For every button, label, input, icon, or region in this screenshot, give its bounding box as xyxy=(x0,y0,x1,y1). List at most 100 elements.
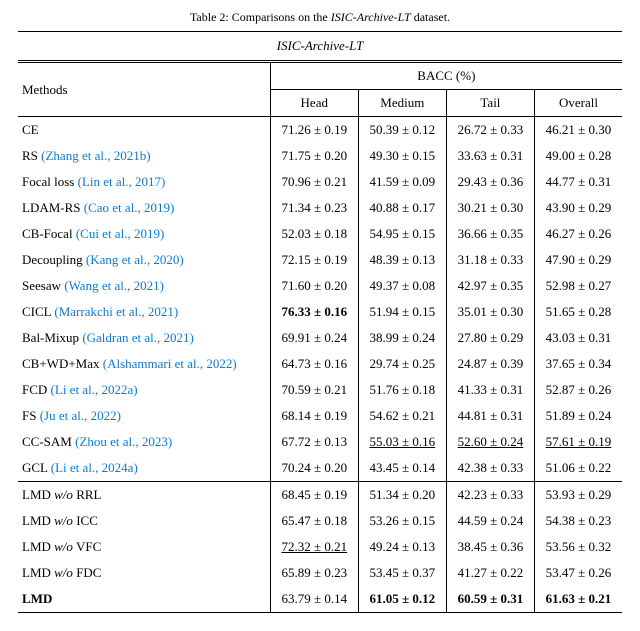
table-row: FCD (Li et al., 2022a)70.59 ± 0.2151.76 … xyxy=(18,377,622,403)
cell-value: 43.03 ± 0.31 xyxy=(546,330,612,345)
final-tail: 60.59 ± 0.31 xyxy=(458,591,524,606)
table-row: LMD w/o ICC65.47 ± 0.1853.26 ± 0.1544.59… xyxy=(18,508,622,534)
table-row: CC-SAM (Zhou et al., 2023)67.72 ± 0.1355… xyxy=(18,429,622,455)
cell-value: 42.23 ± 0.33 xyxy=(458,487,524,502)
dataset-title: ISIC-Archive-LT xyxy=(18,32,622,62)
cell-value: 47.90 ± 0.29 xyxy=(546,252,612,267)
ablation-tag: VFC xyxy=(73,539,101,554)
cell-value: 44.81 ± 0.31 xyxy=(458,408,524,423)
wo-label: w/o xyxy=(54,487,73,502)
ablation-tag: FDC xyxy=(73,565,102,580)
dataset-title-text: ISIC-Archive-LT xyxy=(277,38,364,53)
citation-link[interactable]: (Lin et al., 2017) xyxy=(78,174,166,189)
cell-value: 53.45 ± 0.37 xyxy=(370,565,436,580)
cell-value: 26.72 ± 0.33 xyxy=(458,122,524,137)
citation-link[interactable]: (Cao et al., 2019) xyxy=(84,200,175,215)
cell-value: 31.18 ± 0.33 xyxy=(458,252,524,267)
method-name: GCL xyxy=(22,460,51,475)
citation-link[interactable]: (Zhang et al., 2021b) xyxy=(41,148,150,163)
cell-value: 69.91 ± 0.24 xyxy=(281,330,347,345)
method-name: Bal-Mixup xyxy=(22,330,82,345)
table-row: Bal-Mixup (Galdran et al., 2021) 69.91 ± … xyxy=(18,325,622,351)
cell-value: 44.59 ± 0.24 xyxy=(458,513,524,528)
table-row: CB+WD+Max (Alshammari et al., 2022) 64.73… xyxy=(18,351,622,377)
final-method: LMD xyxy=(22,591,52,606)
cell-value: 54.62 ± 0.21 xyxy=(370,408,436,423)
col-medium: Medium xyxy=(358,90,446,117)
results-table: ISIC-Archive-LT Methods BACC (%) Head Me… xyxy=(18,31,622,613)
cell-value: 41.33 ± 0.31 xyxy=(458,382,524,397)
cell-value: 76.33 ± 0.16 xyxy=(281,304,347,319)
table-row: Seesaw (Wang et al., 2021)71.60 ± 0.2049… xyxy=(18,273,622,299)
table-row: Decoupling (Kang et al., 2020)72.15 ± 0.… xyxy=(18,247,622,273)
cell-value: 41.27 ± 0.22 xyxy=(458,565,524,580)
cell-value: 67.72 ± 0.13 xyxy=(281,434,347,449)
wo-label: w/o xyxy=(54,565,73,580)
cell-value: 53.26 ± 0.15 xyxy=(370,513,436,528)
table-row: RS (Zhang et al., 2021b)71.75 ± 0.2049.3… xyxy=(18,143,622,169)
cell-value: 54.95 ± 0.15 xyxy=(370,226,436,241)
cell-value: 71.75 ± 0.20 xyxy=(281,148,347,163)
cell-value: 51.89 ± 0.24 xyxy=(546,408,612,423)
cell-value: 36.66 ± 0.35 xyxy=(458,226,524,241)
cell-value: 51.76 ± 0.18 xyxy=(370,382,436,397)
method-name: LDAM-RS xyxy=(22,200,84,215)
cell-value: 49.30 ± 0.15 xyxy=(370,148,436,163)
table-caption: Table 2: Comparisons on the ISIC-Archive… xyxy=(18,10,622,25)
table-row: GCL (Li et al., 2024a) 70.24 ± 0.20 43.45 … xyxy=(18,455,622,482)
final-medium: 61.05 ± 0.12 xyxy=(370,591,436,606)
cell-value: 51.06 ± 0.22 xyxy=(546,460,612,475)
cell-value: 29.74 ± 0.25 xyxy=(370,356,436,371)
cell-value: 40.88 ± 0.17 xyxy=(370,200,436,215)
cell-value: 50.39 ± 0.12 xyxy=(370,122,436,137)
caption-suffix: dataset. xyxy=(411,10,450,24)
citation-link[interactable]: (Ju et al., 2022) xyxy=(40,408,121,423)
cell-value: 51.34 ± 0.20 xyxy=(370,487,436,502)
citation-link[interactable]: (Alshammari et al., 2022) xyxy=(103,356,237,371)
method-name: FS xyxy=(22,408,40,423)
citation-link[interactable]: (Zhou et al., 2023) xyxy=(75,434,172,449)
cell-value: 49.00 ± 0.28 xyxy=(546,148,612,163)
cell-value: 71.60 ± 0.20 xyxy=(281,278,347,293)
cell-value: 46.21 ± 0.30 xyxy=(546,122,612,137)
col-tail: Tail xyxy=(446,90,534,117)
cell-value: 44.77 ± 0.31 xyxy=(546,174,612,189)
citation-link[interactable]: (Marrakchi et al., 2021) xyxy=(54,304,178,319)
cell-value: 70.59 ± 0.21 xyxy=(281,382,347,397)
cell-value: 65.89 ± 0.23 xyxy=(281,565,347,580)
table-row: CICL (Marrakchi et al., 2021) 76.33 ± 0.1… xyxy=(18,299,622,325)
caption-dataset: ISIC-Archive-LT xyxy=(331,10,411,24)
cell-value: 51.65 ± 0.28 xyxy=(546,304,612,319)
citation-link[interactable]: (Li et al., 2022a) xyxy=(51,382,138,397)
col-overall: Overall xyxy=(534,90,622,117)
final-overall: 61.63 ± 0.21 xyxy=(546,591,612,606)
cell-value: 70.24 ± 0.20 xyxy=(281,460,347,475)
table-row: LMD w/o FDC65.89 ± 0.2353.45 ± 0.3741.27… xyxy=(18,560,622,586)
cell-value: 54.38 ± 0.23 xyxy=(546,513,612,528)
cell-value: 52.98 ± 0.27 xyxy=(546,278,612,293)
cell-value: 68.45 ± 0.19 xyxy=(281,487,347,502)
cell-value: 52.87 ± 0.26 xyxy=(546,382,612,397)
citation-link[interactable]: (Cui et al., 2019) xyxy=(76,226,164,241)
citation-link[interactable]: (Li et al., 2024a) xyxy=(51,460,138,475)
cell-value: 64.73 ± 0.16 xyxy=(281,356,347,371)
cell-value: 24.87 ± 0.39 xyxy=(458,356,524,371)
table-row: CB-Focal (Cui et al., 2019)52.03 ± 0.185… xyxy=(18,221,622,247)
cell-value: 70.96 ± 0.21 xyxy=(281,174,347,189)
table-row: FS (Ju et al., 2022)68.14 ± 0.1954.62 ± … xyxy=(18,403,622,429)
cell-value: 43.45 ± 0.14 xyxy=(370,460,436,475)
method-name: CB-Focal xyxy=(22,226,76,241)
cell-value: 35.01 ± 0.30 xyxy=(458,304,524,319)
cell-value: 72.15 ± 0.19 xyxy=(281,252,347,267)
citation-link[interactable]: (Kang et al., 2020) xyxy=(86,252,184,267)
method-name: CB+WD+Max xyxy=(22,356,103,371)
cell-value: 53.93 ± 0.29 xyxy=(546,487,612,502)
cell-value: 48.39 ± 0.13 xyxy=(370,252,436,267)
col-bacc: BACC (%) xyxy=(270,62,622,90)
cell-value: 65.47 ± 0.18 xyxy=(281,513,347,528)
method-name: CICL xyxy=(22,304,54,319)
cell-value: 49.37 ± 0.08 xyxy=(370,278,436,293)
citation-link[interactable]: (Galdran et al., 2021) xyxy=(82,330,194,345)
cell-value: 51.94 ± 0.15 xyxy=(370,304,436,319)
citation-link[interactable]: (Wang et al., 2021) xyxy=(64,278,164,293)
